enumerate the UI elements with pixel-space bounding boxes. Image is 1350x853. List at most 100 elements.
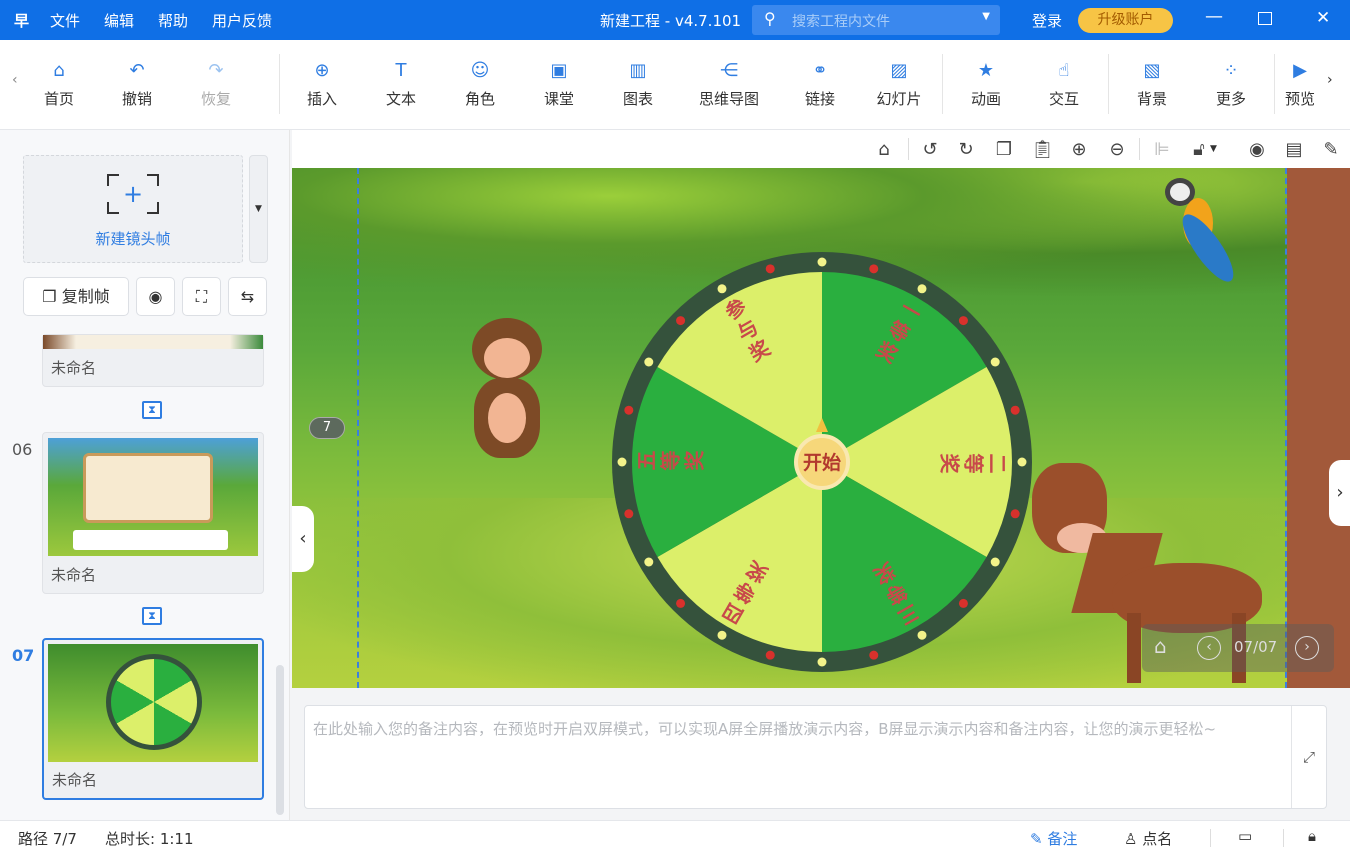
path-status: 路径 7/7 — [18, 830, 77, 848]
toolbar-undo-button[interactable]: ↶ 撤销 — [102, 60, 172, 109]
rollcall-button[interactable]: ♙ 点名 — [1124, 828, 1172, 849]
menu-edit[interactable]: 编辑 — [104, 10, 134, 31]
copy-icon[interactable]: ❐ — [993, 139, 1015, 160]
next-page-button[interactable]: › — [1295, 636, 1319, 660]
animation-icon: ★ — [977, 60, 995, 81]
rollcall-label: 点名 — [1142, 830, 1173, 848]
wheel-light — [958, 598, 968, 608]
path-button[interactable]: ⇆ — [228, 277, 267, 316]
wheel-light — [765, 264, 775, 274]
monkey-character[interactable] — [464, 318, 549, 488]
toolbar-label: 恢复 — [200, 90, 231, 108]
slide-canvas[interactable]: 一等奖 二等奖 三等奖 四等奖 五等奖 参与奖 开始 7 ‹ › ⌂ ‹ 07/07 › — [292, 168, 1350, 688]
rotate-left-icon[interactable]: ↺ — [919, 139, 941, 160]
edit-icon[interactable]: ✎ — [1320, 139, 1342, 160]
expand-notes-icon[interactable]: ⤢ — [1291, 706, 1326, 808]
start-button-label[interactable]: 开始 — [803, 451, 841, 474]
toolbar-text-button[interactable]: T 文本 — [366, 60, 436, 109]
toolbar-divider — [1274, 54, 1275, 114]
wheel-light — [958, 316, 968, 326]
camera-icon[interactable]: ◉ — [1246, 139, 1268, 160]
frame-add-icon: + — [106, 173, 160, 215]
new-frame-button[interactable]: + 新建镜头帧 — [23, 155, 243, 263]
toolbar-divider — [942, 54, 943, 114]
frame-badge[interactable]: 7 — [309, 417, 345, 439]
zoom-in-icon[interactable]: ⊕ — [1068, 139, 1090, 160]
toolbar-slide-button[interactable]: ▨ 幻灯片 — [864, 60, 934, 109]
presenter-icon[interactable]: ▭ — [1238, 827, 1252, 845]
menu-feedback[interactable]: 用户反馈 — [212, 10, 272, 31]
wheel-light — [1010, 405, 1020, 415]
wheel-light — [765, 650, 775, 660]
notes-toggle-label: 备注 — [1047, 830, 1078, 848]
panel-scrollbar[interactable] — [276, 665, 284, 815]
transition-icon[interactable]: ⧗ — [142, 401, 162, 419]
toolbar-interact-button[interactable]: ☝ 交互 — [1029, 60, 1099, 109]
transition-icon[interactable]: ⧗ — [142, 607, 162, 625]
main-toolbar: ‹ ⌂ 首页 ↶ 撤销 ↷ 恢复 ⊕ 插入 T 文本 ☺ 角色 ▣ 课堂 ▥ 图表 ⋲ 思维导图 ⚭ 链接 ▨ 幻灯片 ★ 动… — [0, 40, 1350, 130]
search-icon: ⚲ — [764, 9, 776, 28]
search-input[interactable]: ⚲ 搜索工程内文件 ▼ — [752, 5, 1000, 35]
toolbar-mindmap-button[interactable]: ⋲ 思维导图 — [694, 60, 764, 109]
parrot-character[interactable] — [1165, 178, 1245, 289]
maximize-button[interactable] — [1258, 12, 1272, 25]
status-bar: 路径 7/7 总时长: 1:11 ✎ 备注 ♙ 点名 ▭ 🔒︎ — [0, 820, 1350, 853]
schedule-icon[interactable]: ▤ — [1283, 139, 1305, 160]
menu-file[interactable]: 文件 — [50, 10, 80, 31]
notes-toggle[interactable]: ✎ 备注 — [1030, 828, 1077, 849]
scroll-right-icon[interactable]: › — [1327, 72, 1333, 88]
toolbar-background-button[interactable]: ▧ 背景 — [1117, 60, 1187, 109]
frame-card[interactable]: 未命名 — [42, 334, 264, 387]
expand-right-button[interactable]: › — [1329, 460, 1350, 526]
toolbar-chart-button[interactable]: ▥ 图表 — [603, 60, 673, 109]
path-icon: ⇆ — [240, 287, 255, 306]
toolbar-label: 交互 — [1048, 90, 1079, 108]
home-icon[interactable]: ⌂ — [1154, 634, 1167, 658]
link-icon: ⚭ — [812, 60, 828, 81]
paste-icon[interactable]: 📋︎ — [1031, 139, 1054, 160]
toolbar-character-button[interactable]: ☺ 角色 — [445, 60, 515, 109]
close-button[interactable]: ✕ — [1316, 8, 1330, 28]
prize-wheel[interactable]: 一等奖二等奖三等奖四等奖五等奖参与奖开始 — [610, 250, 1034, 674]
lock-icon[interactable]: 🔓︎ — [1188, 139, 1210, 160]
chevron-down-icon[interactable]: ▼ — [982, 11, 990, 22]
off-frame-area — [1287, 168, 1350, 688]
toolbar-link-button[interactable]: ⚭ 链接 — [785, 60, 855, 109]
chevron-down-icon[interactable]: ▼ — [1210, 144, 1217, 154]
snapshot-button[interactable]: ◉ — [136, 277, 175, 316]
rotate-right-icon[interactable]: ↻ — [955, 139, 977, 160]
wheel-light — [917, 284, 927, 294]
toolbar-animation-button[interactable]: ★ 动画 — [951, 60, 1021, 109]
notes-input[interactable]: 在此处输入您的备注内容，在预览时开启双屏模式，可以实现A屏全屏播放演示内容，B屏… — [304, 705, 1327, 809]
minimize-button[interactable]: — — [1205, 6, 1223, 27]
wheel-light — [717, 630, 727, 640]
toolbar-home-button[interactable]: ⌂ 首页 — [24, 60, 94, 109]
toolbar-redo-button[interactable]: ↷ 恢复 — [181, 60, 251, 109]
wheel-light — [990, 557, 1000, 567]
new-frame-dropdown[interactable]: ▼ — [249, 155, 268, 263]
toolbar-more-button[interactable]: ⁘ 更多 — [1196, 60, 1266, 109]
toolbar-insert-button[interactable]: ⊕ 插入 — [287, 60, 357, 109]
home-view-icon[interactable]: ⌂ — [873, 139, 895, 160]
page-navigator: ⌂ ‹ 07/07 › — [1142, 624, 1334, 672]
lock-screen-icon[interactable]: 🔒︎ — [1308, 827, 1316, 845]
toolbar-preview-button[interactable]: ▶ 预览 — [1275, 60, 1325, 109]
wheel-light — [644, 357, 654, 367]
toolbar-classroom-button[interactable]: ▣ 课堂 — [524, 60, 594, 109]
frame-card[interactable]: 未命名 — [42, 432, 264, 594]
menu-help[interactable]: 帮助 — [158, 10, 188, 31]
login-button[interactable]: 登录 — [1032, 10, 1062, 31]
fit-frame-button[interactable]: ⛶ — [182, 277, 221, 316]
upgrade-button[interactable]: 升级账户 — [1078, 8, 1173, 33]
prev-page-button[interactable]: ‹ — [1197, 636, 1221, 660]
person-icon: ♙ — [1124, 830, 1138, 848]
frame-card-selected[interactable]: 未命名 — [42, 638, 264, 800]
collapse-left-button[interactable]: ‹ — [292, 506, 314, 572]
scroll-left-icon[interactable]: ‹ — [12, 72, 18, 88]
align-icon[interactable]: ⊫ — [1151, 139, 1173, 160]
zoom-out-icon[interactable]: ⊖ — [1106, 139, 1128, 160]
toolbar-label: 插入 — [306, 90, 337, 108]
copy-frame-button[interactable]: ❐ 复制帧 — [23, 277, 129, 316]
notes-placeholder: 在此处输入您的备注内容，在预览时开启双屏模式，可以实现A屏全屏播放演示内容，B屏… — [313, 720, 1217, 738]
preview-icon: ▶ — [1293, 60, 1307, 81]
